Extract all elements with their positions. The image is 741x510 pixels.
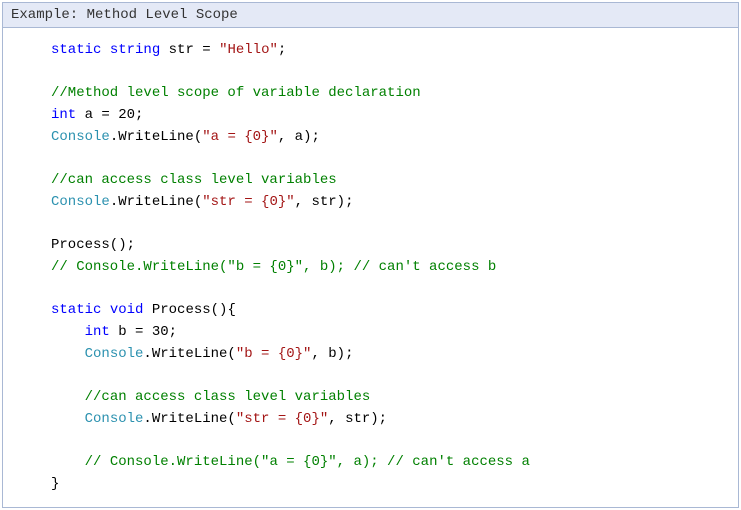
code-block: static string str = "Hello"; //Method le…: [3, 28, 738, 507]
code-line: [51, 430, 730, 452]
code-line: }: [51, 474, 730, 496]
code-line: int a = 20;: [51, 105, 730, 127]
code-line: // Console.WriteLine("a = {0}", a); // c…: [51, 452, 730, 474]
code-line: [51, 279, 730, 301]
code-line: [51, 214, 730, 236]
code-line: Process();: [51, 235, 730, 257]
code-line: static void Process(){: [51, 300, 730, 322]
code-line: Console.WriteLine("a = {0}", a);: [51, 127, 730, 149]
code-line: //Method level scope of variable declara…: [51, 83, 730, 105]
code-line: [51, 365, 730, 387]
code-line: [51, 62, 730, 84]
code-line: [51, 148, 730, 170]
code-line: Console.WriteLine("str = {0}", str);: [51, 192, 730, 214]
example-header: Example: Method Level Scope: [3, 3, 738, 28]
code-line: //can access class level variables: [51, 170, 730, 192]
code-line: Console.WriteLine("str = {0}", str);: [51, 409, 730, 431]
code-line: // Console.WriteLine("b = {0}", b); // c…: [51, 257, 730, 279]
code-line: Console.WriteLine("b = {0}", b);: [51, 344, 730, 366]
code-line: static string str = "Hello";: [51, 40, 730, 62]
example-container: Example: Method Level Scope static strin…: [2, 2, 739, 508]
code-line: //can access class level variables: [51, 387, 730, 409]
example-title: Example: Method Level Scope: [11, 7, 238, 23]
code-line: int b = 30;: [51, 322, 730, 344]
